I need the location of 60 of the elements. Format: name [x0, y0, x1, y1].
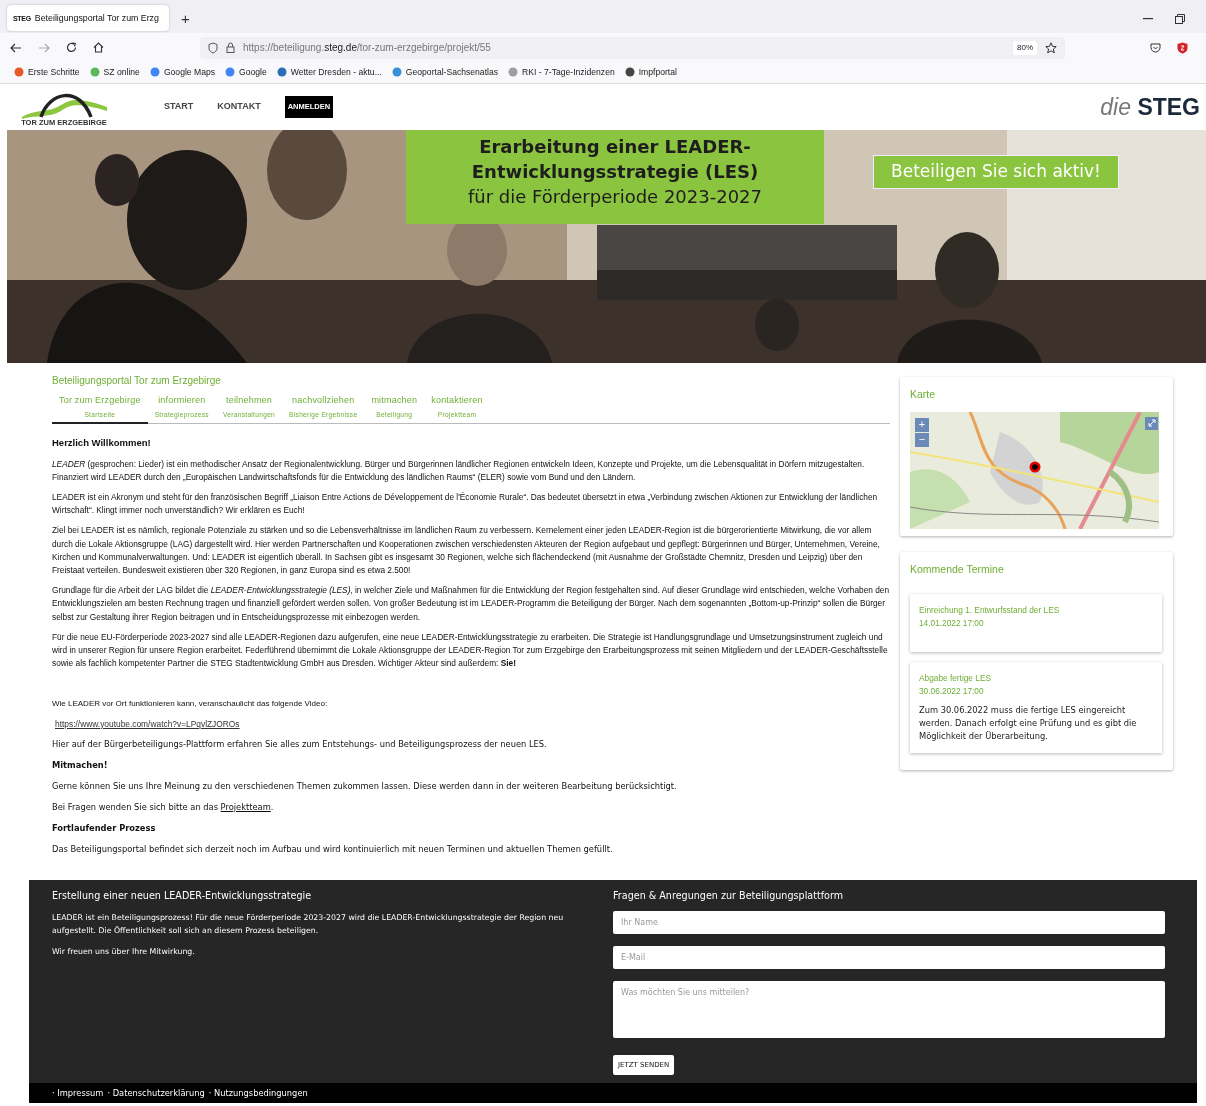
- paragraph: Wie LEADER vor Ort funktionieren kann, veranschaulicht das folgende Video:: [52, 698, 329, 711]
- address-bar[interactable]: https://beteiligung.steg.de/tor-zum-erzgebirge/projekt/55 80%: [200, 36, 1065, 59]
- bookmark-link[interactable]: Impfportal: [624, 66, 677, 79]
- bookmark-link[interactable]: Google: [225, 66, 267, 79]
- title-banner: Erarbeitung einer LEADER- Entwicklungsstrategie (LES) für die Förderperiode 2023-2027: [406, 130, 824, 224]
- home-icon[interactable]: [93, 42, 104, 53]
- paragraph: Grundlage für die Arbeit der LAG bildet die LEADER-Entwicklungsstrategie (LES), in welcher Ziele und Maßnahmen für die Entwicklung der Region festgehalten sind. Auf dieser Grundlage wird entschieden, welche Vorhaben den Entwicklungszielen am besten Rechnung tragen und finanziell gefördert werden sollen. Von großer Bedeutung ist im LEADER-Programm die Beteiligung der Bürger. Nach dem sogenannten „Bottom-up-Prinzip“ sollen die Bürger selbst zur Gestaltung ihrer Region beitragen und in Entscheidungsprozesse mit einbezogen werden.: [52, 584, 890, 624]
- card-title: Karte: [910, 387, 937, 402]
- url-text: https://beteiligung.steg.de/tor-zum-erzgebirge/projekt/55: [243, 41, 491, 55]
- back-arrow-icon[interactable]: [10, 42, 22, 53]
- bookmark-link[interactable]: Google Maps: [149, 66, 216, 79]
- bookmark-link[interactable]: Wetter Dresden - aktu...: [276, 66, 382, 79]
- map-pin-icon[interactable]: [1029, 460, 1041, 473]
- paragraph: Hier auf der Bürgerbeteiligungs-Plattform erfahren Sie alles zum Entstehungs- und Beteiligungsprozess der neuen LES.: [52, 737, 548, 751]
- input-field[interactable]: Ihr Name: [613, 910, 1165, 934]
- section-heading: Fortlaufender Prozess: [52, 822, 157, 836]
- event-date: 30.06.2022 17:00: [919, 684, 985, 698]
- shield-badge-icon[interactable]: [1177, 41, 1188, 54]
- pocket-icon[interactable]: [1150, 42, 1161, 53]
- bookmark-link[interactable]: Erste Schritte: [14, 66, 80, 79]
- paragraph: Das Beteiligungsportal befindet sich derzeit noch im Aufbau und wird kontinuierlich mit neuen Terminen und aktuellen Themen gefüllt.: [52, 843, 614, 857]
- event-description: Zum 30.06.2022 muss die fertige LES eingereicht werden. Danach erfolgt eine Prüfung und es gibt die Möglichkeit der Überarbeitung.: [919, 703, 1138, 743]
- minimize-icon[interactable]: [1143, 18, 1153, 20]
- event-card[interactable]: Abgabe fertige LES 30.06.2022 17:00 Zum 30.06.2022 muss die fertige LES eingereicht werden. Danach erfolgt eine Prüfung und es gibt die Möglichkeit der Überarbeitung.: [910, 661, 1162, 753]
- new-tab-button[interactable]: +: [181, 7, 190, 31]
- paragraph: Für die neue EU-Förderperiode 2023-2027 sind alle LEADER-Regionen dazu aufgerufen, eine neue LEADER-Entwicklungsstrategie zu erarbeiten. Die Strategie ist Handlungsgrundlage und Umsetzungsinstrument zugleich und wird in unserer Region für unsere Region erarbeitet. Federführend übernimmt die Lokale Aktionsgruppe der LEADER-Region Tor zum Erzgebirge den Erarbeitungsprozess mit seinen Mitgliedern und der LEADER-Geschäftsstelle sowie als fachlich kompetenter Partner die STEG Stadtentwicklung GmbH aus Dresden. Wichtiger Akteur sind außerdem: Sie!: [52, 630, 889, 671]
- bookmark-link[interactable]: SZ online: [89, 66, 140, 79]
- projektteam-link[interactable]: Projektteam: [220, 802, 271, 813]
- message-field[interactable]: Was möchten Sie uns mitteilen?: [613, 980, 1165, 1038]
- portal-title: Beteiligungsportal Tor zum Erzgebirge: [52, 374, 222, 388]
- lock-icon: [226, 42, 235, 53]
- event-title: Einreichung 1. Entwurfsstand der LES: [919, 603, 1061, 617]
- paragraph: LEADER (gesprochen: Lieder) ist ein methodischer Ansatz der Regionalentwicklung. Bürger und Bürgerinnen ländlicher Regionen entwickeln Ideen, Konzepte und Projekte, um die Lebensqualität in Dörfern mitzugestalten. Finanziert wird LEADER durch den „Europäischen Landwirtschaftsfonds für die Entwicklung des ländlichen Raums“ (ELER) sowie vom Bund und den Ländern.: [52, 457, 866, 484]
- footer-title: Erstellung einer neuen LEADER-Entwicklungsstrategie: [52, 889, 313, 904]
- paragraph: Gerne können Sie uns Ihre Meinung zu den verschiedenen Themen zukommen lassen. Diese werden dann in der weiteren Bearbeitung berücksichtigt.: [52, 780, 678, 794]
- nav-link[interactable]: KONTAKT: [217, 100, 261, 114]
- footer-link[interactable]: · Impressum: [52, 1086, 104, 1100]
- reload-icon[interactable]: [66, 42, 77, 53]
- bookmark-link[interactable]: RKI - 7-Tage-Inzidenzen: [508, 66, 615, 79]
- shield-icon: [208, 41, 218, 54]
- tab-title: Beteiligungsportal Tor zum Erzg: [34, 12, 159, 23]
- nav-link[interactable]: START: [164, 100, 194, 114]
- event-title: Abgabe fertige LES: [919, 671, 992, 685]
- zoom-level-badge[interactable]: 80%: [1013, 40, 1037, 55]
- brand-logo: die STEG: [1100, 95, 1200, 119]
- section-heading: Herzlich Willkommen!: [52, 436, 152, 450]
- footer-link[interactable]: · Datenschutzerklärung: [107, 1086, 205, 1100]
- restore-icon[interactable]: [1175, 14, 1185, 24]
- video-link[interactable]: https://www.youtube.com/watch?v=LPqvlZJOROs: [55, 718, 240, 729]
- bookmark-link[interactable]: Geoportal-Sachsenatlas: [391, 66, 499, 79]
- card-title: Kommende Termine: [910, 561, 1005, 577]
- footer-title: Fragen & Anregungen zur Beteiligungsplattform: [613, 889, 845, 904]
- star-icon[interactable]: [1045, 41, 1057, 54]
- paragraph: LEADER ist ein Akronym und steht für den französischen Begriff „Liaison Entre Actions de Développement de l'Économie Rurale“. Das bedeutet übersetzt in etwa „Verbindung zwischen Aktionen zur Entwicklung der ländlichen Wirtschaft“. Klingt immer noch unverständlich? Wir erklären es Euch!: [52, 491, 879, 518]
- paragraph: Bei Fragen wenden Sie sich bitte an das Projektteam.: [52, 801, 275, 815]
- input-field[interactable]: E-Mail: [613, 945, 1165, 969]
- event-date: 14.01.2022 17:00: [919, 616, 985, 630]
- paragraph: Ziel bei LEADER ist es nämlich, regionale Potenziale zu stärken und so die Lebensverhältnisse im ländlichen Raum zu verbessern. Kernelement einer jeden LEADER-Region ist die bürgerorientierte Mitwirkung, die vor allem durch die Lokale Aktionsgruppe (LAG) dargestellt wird. Hier werden Partnerschaften und Kooperationen zwischen verschiedensten Akteuren der Region aufgebaut und gepflegt: Bürgerinnen und Bürger, Unternehmen, Vereine, Kirchen und Kommunalverwaltungen. Und: LEADER ist eigentlich überall. In Sachsen gibt es insgesamt 30 Regionen, welche sich flächendeckend (mit Ausnahme der Großstädte Chemnitz, Dresden und Leipzig) über den Freistaat verteilen. Bundesweit existieren über 320 Regionen, in ganz Europa sind es etwa 2.500!: [52, 524, 881, 577]
- section-heading: Mitmachen!: [52, 758, 109, 772]
- footer-link[interactable]: · Nutzungsbedingungen: [208, 1086, 308, 1100]
